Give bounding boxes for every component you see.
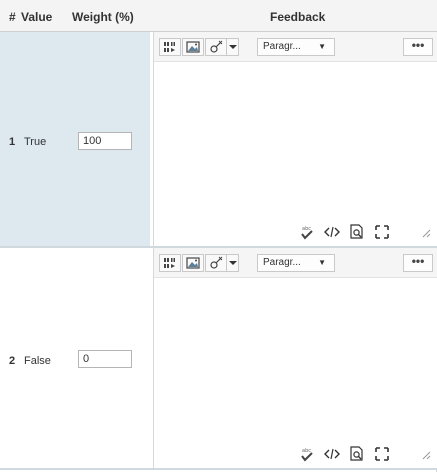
header-weight: Weight (%) <box>72 10 134 24</box>
dropdown-arrow-icon <box>228 45 237 49</box>
answers-table: # Value Weight (%) Feedback 1 True 100 P… <box>0 0 437 472</box>
fullscreen-icon[interactable] <box>374 224 390 240</box>
editor-toolbar: Paragr... ▼ ••• <box>154 248 437 278</box>
preview-icon[interactable] <box>349 446 365 462</box>
header-feedback: Feedback <box>270 10 326 24</box>
insert-image-button[interactable] <box>182 254 204 272</box>
insert-image-button[interactable] <box>182 38 204 56</box>
more-options-button[interactable]: ••• <box>403 38 433 56</box>
feedback-editor[interactable]: Paragr... ▼ ••• abc <box>153 32 437 246</box>
paragraph-format-label: Paragr... <box>263 257 301 268</box>
weight-input[interactable] <box>78 350 132 368</box>
more-options-button[interactable]: ••• <box>403 254 433 272</box>
spellcheck-icon[interactable]: abc <box>300 446 314 462</box>
paragraph-format-select[interactable]: Paragr... ▼ <box>257 254 335 272</box>
equation-icon <box>210 256 223 269</box>
header-num: # <box>9 10 16 24</box>
fullscreen-icon[interactable] <box>374 446 390 462</box>
image-icon <box>186 257 200 269</box>
insert-media-icon <box>164 42 175 52</box>
row-number: 2 <box>9 355 16 367</box>
table-header: # Value Weight (%) Feedback <box>0 0 437 32</box>
answer-cell: 2 False <box>0 248 150 468</box>
resize-handle-icon[interactable] <box>421 228 431 238</box>
weight-input[interactable] <box>78 132 132 150</box>
editor-footer: abc <box>297 446 437 462</box>
table-row: 1 True 100 Paragr... ▼ ••• abc <box>0 32 437 246</box>
feedback-editor[interactable]: Paragr... ▼ ••• abc <box>153 248 437 468</box>
header-value: Value <box>21 10 53 24</box>
chevron-down-icon: ▼ <box>318 258 326 267</box>
answer-cell: 1 True <box>0 32 150 246</box>
image-icon <box>186 41 200 53</box>
source-code-icon[interactable] <box>324 224 340 240</box>
insert-media-button[interactable] <box>159 254 181 272</box>
source-code-icon[interactable] <box>324 446 340 462</box>
row-divider <box>0 468 437 470</box>
editor-toolbar: Paragr... ▼ ••• <box>154 32 437 62</box>
svg-text:abc: abc <box>302 226 311 232</box>
answer-value: True <box>24 136 47 148</box>
paragraph-format-select[interactable]: Paragr... ▼ <box>257 38 335 56</box>
equation-icon <box>210 40 223 53</box>
row-number: 1 <box>9 136 16 148</box>
answer-value: False <box>24 355 51 367</box>
insert-media-icon <box>164 258 175 268</box>
dropdown-arrow-icon <box>228 261 237 265</box>
insert-media-button[interactable] <box>159 38 181 56</box>
svg-text:abc: abc <box>302 448 311 454</box>
editor-footer: abc <box>297 224 437 240</box>
chevron-down-icon: ▼ <box>318 42 326 51</box>
insert-equation-button[interactable] <box>205 38 227 56</box>
resize-handle-icon[interactable] <box>421 450 431 460</box>
preview-icon[interactable] <box>349 224 365 240</box>
spellcheck-icon[interactable]: abc <box>300 224 314 240</box>
table-row: 2 False 0 Paragr... ▼ ••• abc <box>0 248 437 468</box>
equation-dropdown[interactable] <box>227 38 239 56</box>
insert-equation-button[interactable] <box>205 254 227 272</box>
equation-dropdown[interactable] <box>227 254 239 272</box>
paragraph-format-label: Paragr... <box>263 41 301 52</box>
